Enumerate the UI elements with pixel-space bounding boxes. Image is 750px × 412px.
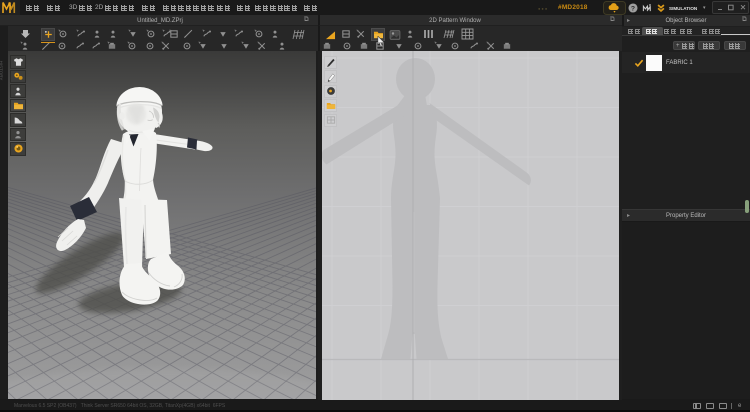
svg-text:?: ? <box>631 5 635 12</box>
